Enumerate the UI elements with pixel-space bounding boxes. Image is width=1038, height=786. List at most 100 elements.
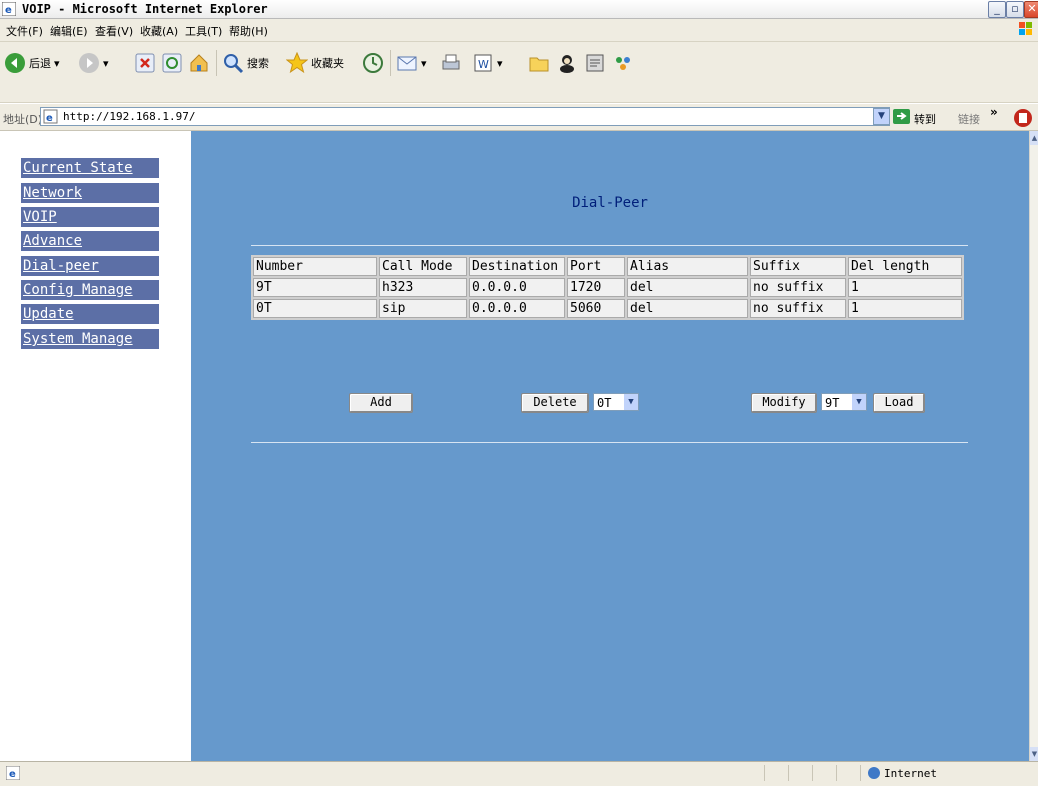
table-cell: h323 bbox=[379, 278, 467, 297]
menu-tools[interactable]: 工具(T) bbox=[185, 23, 222, 39]
menu-favorites[interactable]: 收藏(A) bbox=[140, 23, 178, 39]
go-arrow-icon[interactable] bbox=[893, 109, 910, 124]
sidebar-item-update[interactable]: Update bbox=[21, 304, 159, 324]
status-divider bbox=[788, 765, 789, 781]
table-cell: 0T bbox=[253, 299, 377, 318]
pdf-icon[interactable] bbox=[1012, 107, 1034, 129]
table-cell: 5060 bbox=[567, 299, 625, 318]
status-divider bbox=[860, 765, 861, 781]
people-icon[interactable] bbox=[612, 52, 634, 74]
table-header-row: Number Call Mode Destination Port Alias … bbox=[253, 257, 962, 276]
address-dropdown-icon[interactable]: ▼ bbox=[873, 108, 890, 125]
research-icon[interactable] bbox=[584, 52, 606, 74]
mail-dropdown-icon: ▾ bbox=[421, 56, 427, 70]
sidebar-item-config-manage[interactable]: Config Manage bbox=[21, 280, 159, 300]
word-icon: W bbox=[474, 54, 492, 72]
ie-icon: e bbox=[2, 2, 16, 16]
modify-button[interactable]: Modify bbox=[751, 393, 817, 413]
vertical-scrollbar[interactable]: ▲ ▼ bbox=[1029, 131, 1038, 761]
address-input[interactable]: e http://192.168.1.97/ bbox=[40, 107, 890, 126]
add-button[interactable]: Add bbox=[349, 393, 413, 413]
sidebar-item-voip[interactable]: VOIP bbox=[21, 207, 159, 227]
messenger-icon[interactable] bbox=[556, 52, 578, 74]
back-label: 后退 bbox=[29, 57, 51, 70]
minimize-button[interactable]: _ bbox=[988, 1, 1006, 18]
delete-select[interactable]: 0T ▼ bbox=[593, 393, 639, 411]
search-icon bbox=[224, 54, 244, 74]
star-icon bbox=[286, 52, 308, 74]
page-title: Dial-Peer bbox=[572, 195, 648, 211]
status-divider bbox=[764, 765, 765, 781]
edit-button[interactable]: W ▾ bbox=[472, 52, 503, 74]
table-cell: 0.0.0.0 bbox=[469, 278, 565, 297]
back-arrow-icon bbox=[5, 53, 25, 73]
forward-button[interactable]: ▾ bbox=[78, 52, 109, 74]
address-bar: 地址(D) e http://192.168.1.97/ ▼ 转到 链接 » bbox=[0, 104, 1038, 131]
restore-button[interactable]: ▫ bbox=[1006, 1, 1024, 18]
column-header: Port bbox=[567, 257, 625, 276]
title-bar: e VOIP - Microsoft Internet Explorer _ ▫… bbox=[0, 0, 1038, 19]
menu-help[interactable]: 帮助(H) bbox=[229, 23, 268, 39]
column-header: Number bbox=[253, 257, 377, 276]
status-bar: e Internet bbox=[0, 761, 1038, 786]
table-cell: del bbox=[627, 278, 748, 297]
sidebar-item-advance[interactable]: Advance bbox=[21, 231, 159, 251]
svg-text:e: e bbox=[9, 769, 16, 780]
mail-button[interactable]: ▾ bbox=[396, 52, 427, 74]
address-url: http://192.168.1.97/ bbox=[63, 110, 196, 123]
mail-icon bbox=[397, 56, 417, 71]
favorites-button[interactable]: 收藏夹 bbox=[286, 52, 344, 74]
chevron-down-icon: ▼ bbox=[624, 394, 638, 410]
column-header: Suffix bbox=[750, 257, 846, 276]
main-content: Dial-Peer Number Call Mode Destination P… bbox=[191, 131, 1029, 761]
menu-file[interactable]: 文件(F) bbox=[6, 23, 43, 39]
window-title: VOIP - Microsoft Internet Explorer bbox=[22, 2, 268, 16]
table-cell: del bbox=[627, 299, 748, 318]
address-label: 地址(D) bbox=[3, 113, 43, 126]
column-header: Alias bbox=[627, 257, 748, 276]
search-button[interactable]: 搜索 bbox=[222, 52, 269, 74]
column-header: Destination bbox=[469, 257, 565, 276]
table-cell: sip bbox=[379, 299, 467, 318]
svg-text:e: e bbox=[5, 5, 12, 16]
refresh-icon[interactable] bbox=[161, 52, 183, 74]
links-toolbar[interactable]: 链接 bbox=[958, 111, 980, 127]
sidebar-item-current-state[interactable]: Current State bbox=[21, 158, 159, 178]
dial-peer-table: Number Call Mode Destination Port Alias … bbox=[251, 255, 964, 320]
table-cell: no suffix bbox=[750, 299, 846, 318]
column-header: Del length bbox=[848, 257, 962, 276]
table-row: 0T sip 0.0.0.0 5060 del no suffix 1 bbox=[253, 299, 962, 318]
svg-text:e: e bbox=[46, 113, 53, 124]
sidebar-item-system-manage[interactable]: System Manage bbox=[21, 329, 159, 349]
status-divider bbox=[812, 765, 813, 781]
back-button[interactable]: 后退 ▾ bbox=[4, 52, 60, 74]
scroll-down-icon[interactable]: ▼ bbox=[1030, 747, 1038, 761]
home-icon[interactable] bbox=[188, 52, 210, 74]
folder-icon[interactable] bbox=[528, 52, 550, 74]
delete-button[interactable]: Delete bbox=[521, 393, 589, 413]
table-cell: 0.0.0.0 bbox=[469, 299, 565, 318]
go-button[interactable]: 转到 bbox=[914, 111, 936, 127]
print-icon[interactable] bbox=[440, 52, 462, 74]
svg-text:W: W bbox=[478, 58, 489, 71]
edit-dropdown-icon: ▾ bbox=[497, 56, 503, 70]
sidebar-item-network[interactable]: Network bbox=[21, 183, 159, 203]
toolbar-separator bbox=[216, 50, 217, 76]
history-icon[interactable] bbox=[362, 52, 384, 74]
scroll-up-icon[interactable]: ▲ bbox=[1030, 131, 1038, 145]
load-button[interactable]: Load bbox=[873, 393, 925, 413]
menu-view[interactable]: 查看(V) bbox=[95, 23, 133, 39]
close-button[interactable]: ✕ bbox=[1024, 1, 1038, 18]
modify-select[interactable]: 9T ▼ bbox=[821, 393, 867, 411]
ie-status-icon: e bbox=[6, 766, 20, 780]
menu-edit[interactable]: 编辑(E) bbox=[50, 23, 88, 39]
stop-icon[interactable] bbox=[134, 52, 156, 74]
menu-bar: 文件(F) 编辑(E) 查看(V) 收藏(A) 工具(T) 帮助(H) bbox=[0, 19, 1038, 42]
table-cell: 9T bbox=[253, 278, 377, 297]
sidebar-item-dial-peer[interactable]: Dial-peer bbox=[21, 256, 159, 276]
table-cell: 1 bbox=[848, 299, 962, 318]
chevron-more-icon[interactable]: » bbox=[990, 105, 998, 119]
modify-select-value: 9T bbox=[825, 396, 840, 410]
delete-select-value: 0T bbox=[597, 396, 612, 410]
table-cell: 1 bbox=[848, 278, 962, 297]
